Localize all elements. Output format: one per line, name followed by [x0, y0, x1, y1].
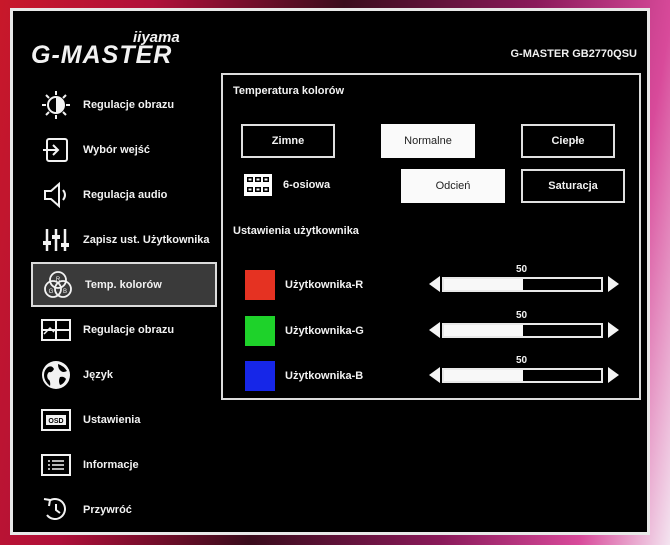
menu-item-przywroc[interactable]: Przywróć — [31, 487, 217, 532]
panel-title: Temperatura kolorów — [233, 85, 345, 97]
menu-item-ustawienia[interactable]: OSD Ustawienia — [31, 397, 217, 442]
slider-fill — [444, 279, 523, 290]
menu-item-label: Temp. kolorów — [85, 278, 162, 291]
osd-icon: OSD — [39, 405, 73, 435]
menu-item-jezyk[interactable]: Język — [31, 352, 217, 397]
menu-item-label: Zapisz ust. Użytkownika — [83, 233, 210, 246]
menu-item-regulacje-obrazu[interactable]: Regulacje obrazu — [31, 82, 217, 127]
svg-text:OSD: OSD — [48, 418, 63, 425]
menu-item-informacje[interactable]: Informacje — [31, 442, 217, 487]
input-icon — [39, 135, 73, 165]
channel-value: 50 — [516, 264, 528, 275]
menu-item-temp-kolorow[interactable]: RG B Temp. kolorów — [31, 262, 217, 307]
blue-slider[interactable] — [442, 368, 603, 383]
globe-icon — [39, 360, 73, 390]
decrease-arrow-icon[interactable] — [429, 322, 440, 338]
menu-item-regulacja-audio[interactable]: Regulacja audio — [31, 172, 217, 217]
speaker-icon — [39, 180, 73, 210]
channel-value: 50 — [516, 310, 528, 321]
menu-item-wybor-wejsc[interactable]: Wybór wejść — [31, 127, 217, 172]
menu-item-zapisz-ust[interactable]: Zapisz ust. Użytkownika — [31, 217, 217, 262]
info-icon — [39, 450, 73, 480]
svg-text:R: R — [56, 277, 61, 283]
menu-item-label: Ustawienia — [83, 413, 141, 426]
channel-value: 50 — [516, 355, 528, 366]
increase-arrow-icon[interactable] — [608, 322, 619, 338]
menu-item-label: Wybór wejść — [83, 143, 151, 156]
menu-item-label: Przywróć — [83, 503, 132, 516]
decrease-arrow-icon[interactable] — [429, 276, 440, 292]
channel-label: Użytkownika-R — [285, 279, 364, 291]
brightness-icon — [39, 90, 73, 120]
six-axis-icon — [243, 173, 273, 202]
color-temperature-panel: Temperatura kolorów Zimne Normalne Ciepł… — [221, 73, 641, 400]
menu-item-label: Informacje — [83, 458, 139, 471]
increase-arrow-icon[interactable] — [608, 276, 619, 292]
hue-button[interactable]: Odcień — [401, 169, 505, 203]
increase-arrow-icon[interactable] — [608, 367, 619, 383]
menu-item-label: Regulacje obrazu — [83, 323, 175, 336]
preset-normalne-button[interactable]: Normalne — [381, 124, 475, 158]
channel-label: Użytkownika-G — [285, 325, 364, 337]
user-settings-title: Ustawienia użytkownika — [233, 225, 359, 237]
slider-fill — [444, 325, 523, 336]
sliders-icon — [39, 225, 73, 255]
saturation-button[interactable]: Saturacja — [521, 169, 625, 203]
channel-label: Użytkownika-B — [285, 370, 364, 382]
preset-zimne-button[interactable]: Zimne — [241, 124, 335, 158]
red-slider[interactable] — [442, 277, 603, 292]
model-name: G-MASTER GB2770QSU — [510, 48, 637, 60]
menu-item-regulacje-obrazu-2[interactable]: Regulacje obrazu — [31, 307, 217, 352]
green-slider[interactable] — [442, 323, 603, 338]
menu-item-label: Regulacja audio — [83, 188, 168, 201]
decrease-arrow-icon[interactable] — [429, 367, 440, 383]
reset-icon — [39, 495, 73, 525]
picture-icon — [39, 315, 73, 345]
green-swatch — [245, 316, 275, 346]
preset-cieple-button[interactable]: Ciepłe — [521, 124, 615, 158]
six-axis-label: 6-osiowa — [283, 179, 331, 191]
blue-swatch — [245, 361, 275, 391]
svg-text:B: B — [63, 289, 67, 295]
g-master-logo: G-MASTER — [31, 41, 173, 69]
menu-item-label: Język — [83, 368, 113, 381]
monitor-osd: iiyama G-MASTER G-MASTER GB2770QSU Regul… — [10, 8, 650, 535]
rgb-icon: RG B — [41, 270, 75, 300]
menu-item-label: Regulacje obrazu — [83, 98, 175, 111]
red-swatch — [245, 270, 275, 300]
svg-text:G: G — [49, 289, 54, 295]
main-menu: Regulacje obrazu Wybór wejść Regulacja a… — [31, 82, 217, 532]
slider-fill — [444, 370, 523, 381]
